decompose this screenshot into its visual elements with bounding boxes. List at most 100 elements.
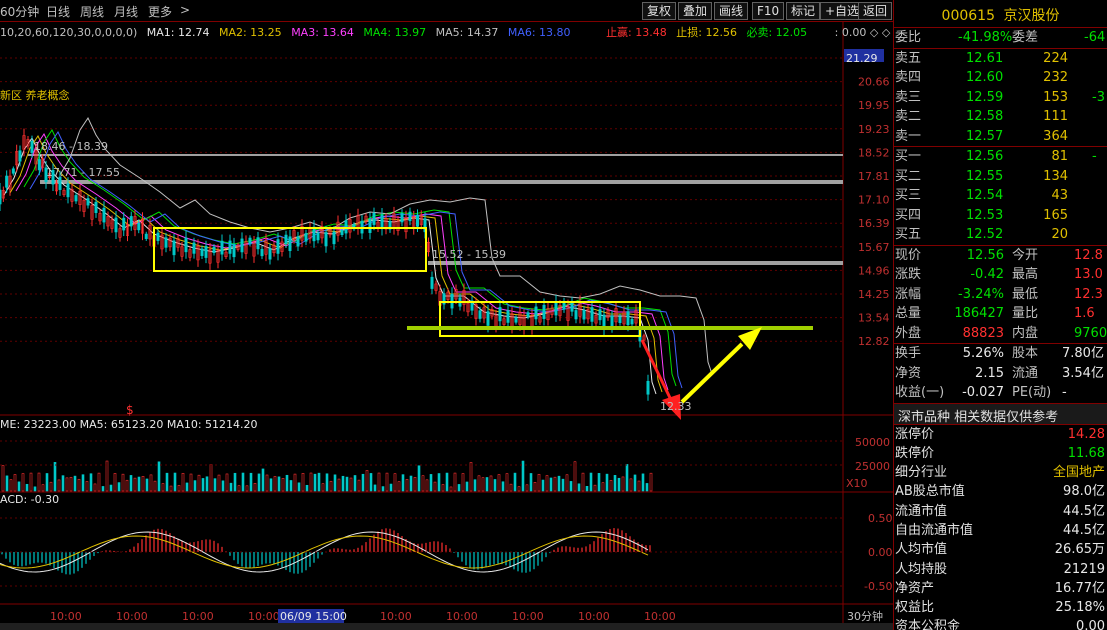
- price-tick: 17.81: [858, 170, 890, 183]
- svg-text:10:00: 10:00: [50, 610, 82, 623]
- detail-row: 人均市值 26.65万: [895, 542, 1105, 558]
- svg-text:10:00: 10:00: [116, 610, 148, 623]
- svg-text:0.50: 0.50: [868, 512, 893, 525]
- ma-legend: 10,20,60,120,30,0,0,0,0) MA1: 12.74 MA2:…: [0, 24, 896, 40]
- detail-row: 涨停价 14.28: [895, 426, 1105, 442]
- ma6-value: MA6: 13.80: [507, 26, 571, 39]
- period-month[interactable]: 月线: [114, 3, 138, 20]
- detail-row: 净资产 16.77亿: [895, 580, 1105, 596]
- detail-row: 细分行业 全国地产: [895, 465, 1105, 481]
- svg-text:10:00: 10:00: [446, 610, 478, 623]
- svg-text:10:00: 10:00: [182, 610, 214, 623]
- price-tick: 15.67: [858, 241, 890, 254]
- f10-button[interactable]: F10: [752, 2, 785, 20]
- macd-legend: ACD: -0.30: [0, 493, 60, 506]
- svg-text:25000: 25000: [855, 460, 890, 473]
- quote-row: 外盘 88823 内盘 9760: [895, 325, 1107, 341]
- svg-text:10:00: 10:00: [578, 610, 610, 623]
- quote-row: 总量 186427 量比 1.6: [895, 306, 1095, 321]
- price-tick: 13.54: [858, 312, 890, 325]
- svg-text:10:00: 10:00: [644, 610, 676, 623]
- buy-order-row: 买四 12.53 165: [895, 207, 1068, 223]
- stock-name: 京汉股份: [1003, 8, 1060, 24]
- price-tick: 16.39: [858, 217, 890, 230]
- stock-title: 000615 京汉股份: [894, 0, 1107, 28]
- price-tick: 19.95: [858, 99, 890, 112]
- svg-text:50000: 50000: [855, 436, 890, 449]
- svg-text:0.00: 0.00: [868, 546, 893, 559]
- period-day[interactable]: 日线: [46, 3, 70, 20]
- buy-order-row: 买五 12.52 20: [895, 227, 1068, 242]
- take-profit-value: 止赢: 13.48: [606, 26, 667, 39]
- chevron-right-icon[interactable]: >: [180, 3, 190, 17]
- period-week[interactable]: 周线: [80, 3, 104, 20]
- buy-order-row: 买三 12.54 43: [895, 188, 1068, 203]
- price-tick: 20.66: [858, 76, 890, 89]
- ma-params: 10,20,60,120,30,0,0,0,0): [0, 26, 138, 39]
- price-tick: 14.96: [858, 264, 890, 277]
- extra-value: : 0.00 ◇ ◇: [834, 26, 891, 39]
- price-tick: 17.10: [858, 194, 890, 207]
- period-label: 30分钟: [847, 609, 883, 623]
- ma4-value: MA4: 13.97: [363, 26, 427, 39]
- sell-order-row: 卖二 12.58 111: [895, 109, 1068, 124]
- concept-tags: 新区 养老概念: [0, 89, 70, 102]
- ma1-value: MA1: 12.74: [146, 26, 210, 39]
- detail-row: 资本公积金 0.00: [895, 619, 1105, 630]
- quote-panel: 000615 京汉股份 委比 -41.98% 委差 -64 卖五 12.61 224…: [893, 0, 1107, 630]
- period-60min[interactable]: 60分钟: [0, 3, 39, 20]
- svg-text:X10: X10: [846, 477, 868, 490]
- buy-order-row: 买一 12.56 81-: [895, 149, 1097, 164]
- sell-order-row: 卖四 12.60 232: [895, 70, 1068, 85]
- overlay-button[interactable]: 叠加: [678, 2, 713, 20]
- order-ratio-row: 委比 -41.98% 委差 -64: [895, 30, 1106, 45]
- sell-order-row: 卖三 12.59 153 -3: [895, 89, 1105, 105]
- svg-text:10:00: 10:00: [248, 610, 280, 623]
- draw-line-button[interactable]: 画线: [714, 2, 749, 20]
- price-tick: 21.29: [846, 52, 878, 65]
- fundamental-row: 换手 5.26% 股本 7.80亿: [895, 346, 1104, 361]
- svg-text:10:00: 10:00: [380, 610, 412, 623]
- detail-row: 权益比 25.18%: [895, 600, 1105, 616]
- stop-loss-value: 止损: 12.56: [676, 26, 737, 39]
- back-button[interactable]: 返回: [858, 2, 893, 20]
- low-label: 12.33: [660, 400, 692, 413]
- detail-row: 自由流通市值 44.5亿: [895, 522, 1105, 538]
- range-label-2: 17.71 - 17.55: [46, 166, 120, 179]
- must-sell-value: 必卖: 12.05: [746, 26, 808, 39]
- signal-mark: $: [126, 403, 134, 417]
- volume-legend: ME: 23223.00 MA5: 65123.20 MA10: 51214.2…: [0, 418, 258, 431]
- price-tick: 19.23: [858, 123, 890, 136]
- fundamental-row: 收益(一) -0.027 PE(动) -: [895, 385, 1067, 400]
- detail-row: 人均持股 21219: [895, 561, 1105, 577]
- quote-row: 现价 12.56 今开 12.8: [895, 247, 1103, 263]
- stock-code: 000615: [941, 8, 995, 24]
- mark-button[interactable]: 标记: [786, 2, 821, 20]
- svg-text:10:00: 10:00: [512, 610, 544, 623]
- detail-row: 跌停价 11.68: [895, 445, 1105, 461]
- range-label-3: 15.52 - 15.39: [432, 248, 506, 261]
- price-tick: 18.52: [858, 146, 890, 159]
- detail-row: 流通市值 44.5亿: [895, 503, 1105, 519]
- sell-order-row: 卖一 12.57 364: [895, 128, 1068, 144]
- kline-chart[interactable]: 21.29 20.66 19.95 19.23 18.52 17.81 17.10 16.39…: [0, 22, 893, 623]
- sell-order-row: 卖五 12.61 224: [895, 50, 1068, 66]
- period-more[interactable]: 更多: [148, 3, 172, 20]
- price-tick: 12.82: [858, 335, 890, 348]
- svg-text:06/09 15:00: 06/09 15:00: [280, 610, 347, 623]
- detail-row: AB股总市值 98.0亿: [895, 484, 1105, 500]
- svg-text:-0.50: -0.50: [864, 580, 892, 593]
- price-tick: 14.25: [858, 288, 890, 301]
- data-notice: 深市品种 相关数据仅供参考: [894, 402, 1107, 425]
- bottom-scrollbar[interactable]: [0, 623, 893, 630]
- quote-row: 涨跌 -0.42 最高 13.0: [895, 267, 1103, 282]
- ma3-value: MA3: 13.64: [291, 26, 354, 39]
- range-label-1: 18.46 - 18.39: [34, 140, 108, 153]
- fundamental-row: 净资 2.15 流通 3.54亿: [895, 365, 1104, 381]
- adjust-button[interactable]: 复权: [642, 2, 677, 20]
- quote-row: 涨幅 -3.24% 最低 12.3: [895, 286, 1103, 302]
- buy-order-row: 买二 12.55 134: [895, 168, 1068, 184]
- macd-axis: 0.50 0.00 -0.50: [864, 512, 893, 593]
- period-toolbar: 60分钟 日线 周线 月线 更多 > 复权 叠加 画线 F10 标记 +自选 返…: [0, 0, 893, 22]
- ma5-value: MA5: 14.37: [435, 26, 499, 39]
